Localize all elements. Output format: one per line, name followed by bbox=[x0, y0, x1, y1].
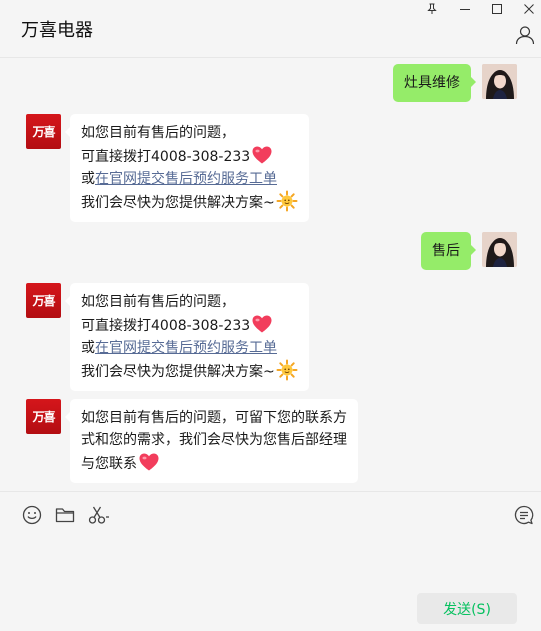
heart-icon bbox=[139, 453, 159, 471]
message-bubble[interactable]: 如您目前有售后的问题， 可直接拨打4008-308-233 或在官网提交售后预约… bbox=[65, 114, 309, 222]
heart-icon bbox=[252, 146, 272, 164]
message-bubble[interactable]: 售后 bbox=[421, 232, 476, 270]
message-line: 我们会尽快为您提供解决方案~ bbox=[81, 359, 298, 383]
service-order-link[interactable]: 在官网提交售后预约服务工单 bbox=[95, 171, 277, 187]
brand-avatar-text: 万喜 bbox=[32, 294, 55, 308]
pin-icon[interactable] bbox=[417, 0, 447, 18]
input-area[interactable]: 发送(S) bbox=[0, 491, 541, 631]
message-line: 式和您的需求，我们会尽快为您售后部经理 bbox=[81, 432, 347, 448]
folder-icon[interactable] bbox=[54, 504, 76, 526]
close-icon[interactable] bbox=[514, 0, 541, 18]
user-avatar[interactable] bbox=[482, 232, 517, 267]
message-bubble[interactable]: 灶具维修 bbox=[393, 64, 476, 102]
chat-history-icon[interactable] bbox=[513, 504, 535, 526]
message-line: 如您目前有售后的问题，可留下您的联系方 bbox=[81, 410, 347, 426]
message-line: 与您联系 bbox=[81, 451, 347, 475]
send-button[interactable]: 发送(S) bbox=[417, 593, 517, 624]
smiley-icon[interactable] bbox=[21, 504, 43, 526]
brand-avatar[interactable]: 万喜 bbox=[26, 399, 61, 434]
maximize-icon[interactable] bbox=[482, 0, 512, 18]
message-line: 可直接拨打4008-308-233 bbox=[81, 144, 298, 168]
sun-icon bbox=[276, 359, 298, 381]
scissors-icon[interactable] bbox=[87, 504, 113, 526]
brand-avatar-text: 万喜 bbox=[32, 125, 55, 139]
message-line: 可直接拨打4008-308-233 bbox=[81, 313, 298, 337]
brand-avatar[interactable]: 万喜 bbox=[26, 114, 61, 149]
brand-avatar[interactable]: 万喜 bbox=[26, 283, 61, 318]
service-order-link[interactable]: 在官网提交售后预约服务工单 bbox=[95, 340, 277, 356]
user-avatar[interactable] bbox=[482, 64, 517, 99]
message-bubble[interactable]: 如您目前有售后的问题， 可直接拨打4008-308-233 或在官网提交售后预约… bbox=[65, 283, 309, 391]
message-line: 或在官网提交售后预约服务工单 bbox=[81, 340, 277, 356]
heart-icon bbox=[252, 315, 272, 333]
message-line: 如您目前有售后的问题， bbox=[81, 294, 235, 310]
chat-title: 万喜电器 bbox=[21, 20, 93, 41]
message-line: 我们会尽快为您提供解决方案~ bbox=[81, 190, 298, 214]
message-line: 或在官网提交售后预约服务工单 bbox=[81, 171, 277, 187]
message-line: 如您目前有售后的问题， bbox=[81, 125, 235, 141]
minimize-icon[interactable] bbox=[450, 0, 480, 18]
title-bar: 万喜电器 bbox=[0, 0, 541, 58]
sun-icon bbox=[276, 190, 298, 212]
message-bubble[interactable]: 如您目前有售后的问题，可留下您的联系方 式和您的需求，我们会尽快为您售后部经理 … bbox=[65, 399, 358, 483]
person-icon[interactable] bbox=[515, 25, 535, 45]
brand-avatar-text: 万喜 bbox=[32, 410, 55, 424]
